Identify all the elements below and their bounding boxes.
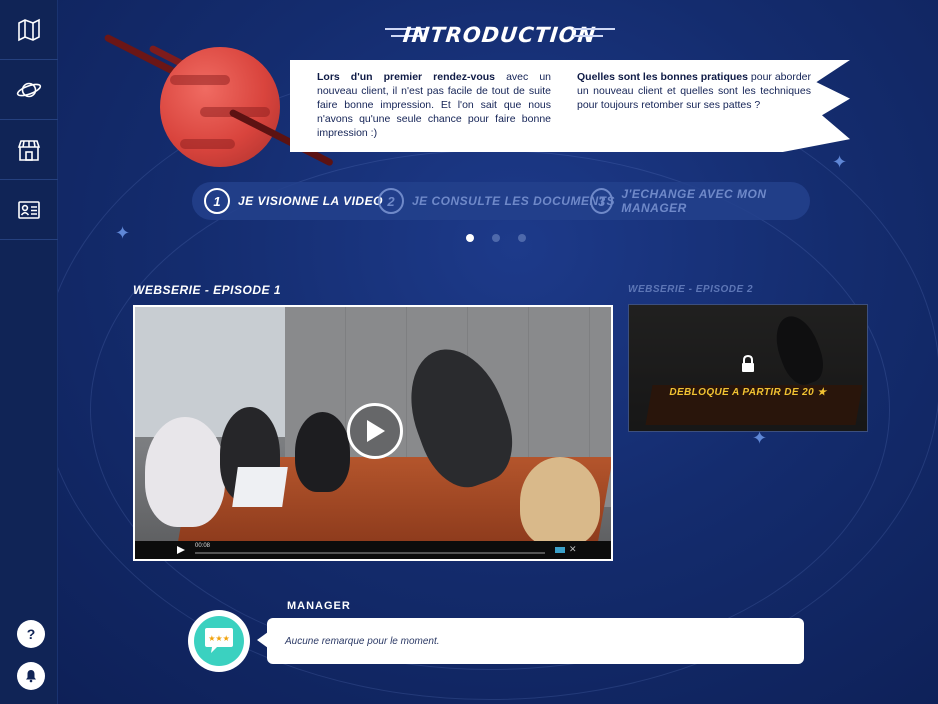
steps-bar: 1 JE VISIONNE LA VIDEO 2 JE CONSULTE LES… xyxy=(192,182,810,220)
notifications-button[interactable] xyxy=(17,662,45,690)
video-time: 00:08 xyxy=(195,543,211,549)
manager-comment-box: Aucune remarque pour le moment. xyxy=(257,618,804,664)
step-3[interactable]: 3 J'ECHANGE AVEC MON MANAGER xyxy=(590,187,810,215)
bell-icon xyxy=(26,670,36,683)
pagination-dot[interactable] xyxy=(518,234,526,242)
step-number: 3 xyxy=(590,188,614,214)
intro-text-right: Quelles sont les bonnes pratiques pour a… xyxy=(577,70,811,112)
lock-icon xyxy=(742,355,754,372)
sidebar-item-profile[interactable] xyxy=(0,180,58,240)
step-2[interactable]: 2 JE CONSULTE LES DOCUMENTS xyxy=(378,187,615,215)
intro-text-left: Lors d'un premier rendez-vous avec un no… xyxy=(317,70,551,140)
planet-illustration xyxy=(160,47,280,167)
volume-icon[interactable] xyxy=(555,547,565,553)
video-player-episode-1[interactable]: 00:08 ✕ xyxy=(133,305,613,561)
step-label: JE VISIONNE LA VIDEO xyxy=(238,194,383,208)
video-thumbnail-episode-2[interactable]: DEBLOQUE A PARTIR DE 20 ★ xyxy=(628,304,868,432)
step-label: JE CONSULTE LES DOCUMENTS xyxy=(412,194,615,208)
episode-2-label: WEBSERIE - EPISODE 2 xyxy=(628,284,754,295)
pagination-dot[interactable] xyxy=(492,234,500,242)
page-title: INTRODUCTION xyxy=(402,23,598,47)
id-card-icon xyxy=(18,200,40,219)
fullscreen-icon[interactable]: ✕ xyxy=(569,544,577,555)
help-button[interactable]: ? xyxy=(17,620,45,648)
pagination-dots xyxy=(466,234,526,242)
play-button[interactable] xyxy=(347,403,403,459)
intro-right-bold: Quelles sont les bonnes pratiques xyxy=(577,71,748,83)
chat-bubble-icon: ★★★ xyxy=(205,628,233,653)
video-controls: 00:08 ✕ xyxy=(135,541,611,559)
planet-icon xyxy=(16,82,42,97)
episode-1-label: WEBSERIE - EPISODE 1 xyxy=(133,283,282,297)
planet-band xyxy=(170,75,230,85)
svg-text:★★★: ★★★ xyxy=(208,634,230,643)
video-scene-person xyxy=(295,412,350,492)
video-progress-bar[interactable] xyxy=(195,552,545,554)
sidebar: ? xyxy=(0,0,58,704)
title-decoration-right xyxy=(573,28,615,42)
step-label: J'ECHANGE AVEC MON MANAGER xyxy=(621,187,767,215)
step-number: 2 xyxy=(378,188,404,214)
video-scene-person xyxy=(520,457,600,547)
planet-band xyxy=(180,139,235,149)
play-icon xyxy=(367,420,385,442)
store-icon xyxy=(17,139,41,161)
sidebar-item-store[interactable] xyxy=(0,120,58,180)
step-number: 1 xyxy=(204,188,230,214)
step-1[interactable]: 1 JE VISIONNE LA VIDEO xyxy=(204,187,383,215)
play-small-icon[interactable] xyxy=(177,546,185,554)
manager-comment: Aucune remarque pour le moment. xyxy=(285,635,440,647)
manager-avatar: ★★★ xyxy=(188,610,250,672)
sidebar-item-map[interactable] xyxy=(0,0,58,60)
sidebar-item-planet[interactable] xyxy=(0,60,58,120)
intro-left-bold: Lors d'un premier rendez-vous xyxy=(317,71,496,83)
video-scene-person xyxy=(145,417,225,527)
star-decoration: ✦ xyxy=(832,152,848,172)
video-scene-laptop xyxy=(232,467,288,507)
unlock-condition: DEBLOQUE A PARTIR DE 20 ★ xyxy=(669,387,827,398)
help-icon: ? xyxy=(26,626,36,642)
manager-label: MANAGER xyxy=(287,600,351,612)
map-icon xyxy=(18,18,40,41)
star-decoration: ✦ xyxy=(115,223,131,243)
chat-icon-background: ★★★ xyxy=(194,616,244,666)
pagination-dot[interactable] xyxy=(466,234,474,242)
